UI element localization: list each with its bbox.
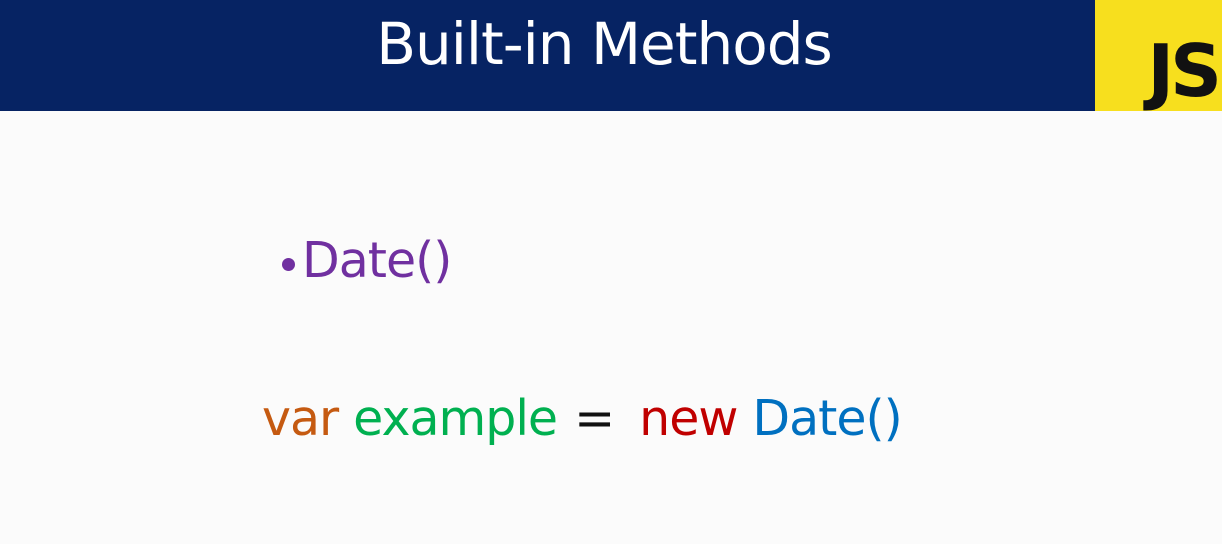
slide-title: Built-in Methods <box>376 10 833 78</box>
new-keyword: new <box>639 390 738 447</box>
date-constructor-call: Date() <box>752 390 902 447</box>
assignment-operator: = <box>574 390 615 447</box>
slide-header: Built-in Methods JS <box>0 0 1222 111</box>
presentation-slide: Built-in Methods JS Date() var example = ne… <box>0 0 1222 544</box>
code-example: var example = new Date() <box>262 383 903 455</box>
javascript-logo-text: JS <box>1147 29 1222 113</box>
bullet-dot-icon <box>282 258 295 271</box>
var-keyword: var <box>262 390 339 447</box>
variable-identifier: example <box>353 390 558 447</box>
bullet-text: Date() <box>302 232 452 289</box>
bullet-list-item: Date() <box>282 226 452 296</box>
javascript-logo: JS <box>1095 0 1222 111</box>
